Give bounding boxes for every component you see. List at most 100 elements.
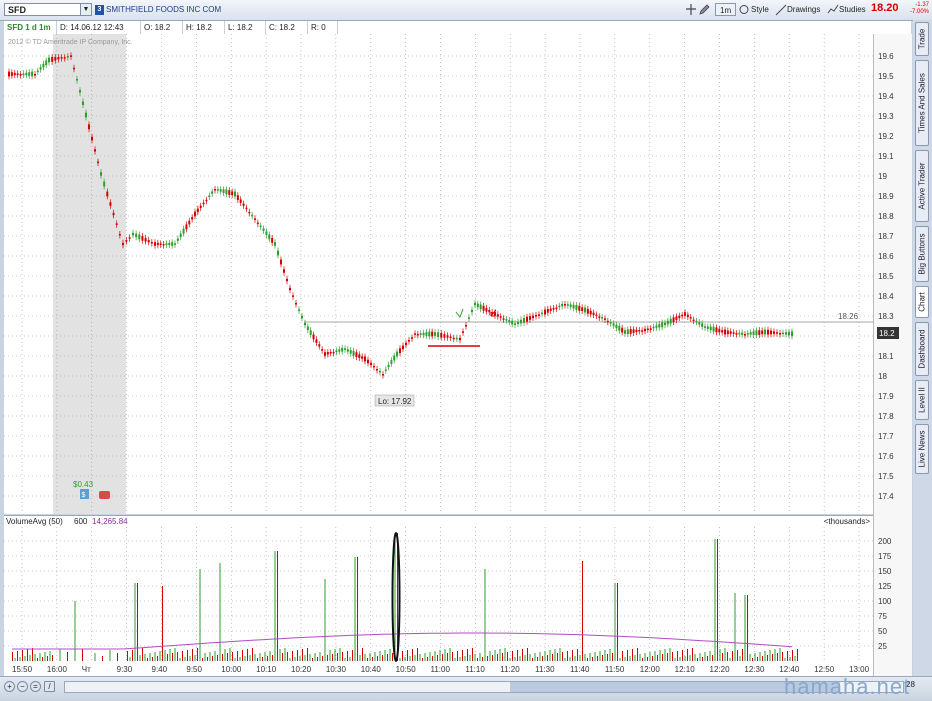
candle-body <box>384 369 387 371</box>
volume-bar <box>557 653 558 661</box>
candle-body <box>393 355 396 361</box>
candle-body <box>446 335 449 338</box>
symbol-input[interactable]: SFD <box>4 3 90 16</box>
candle-body <box>689 317 692 319</box>
candle-body <box>791 331 793 337</box>
candle-body <box>66 55 69 58</box>
price-axis[interactable]: 19.6 19.5 19.4 19.3 19.2 19.1 19 18.9 18.8 18.7 18… <box>873 34 912 676</box>
studies-icon[interactable] <box>827 3 839 16</box>
volume-bar <box>619 658 621 661</box>
volume-bar <box>642 658 643 661</box>
volume-tick: 75 <box>878 612 887 621</box>
volume-bar <box>42 657 43 661</box>
candle-body <box>706 326 709 329</box>
volume-bar <box>127 651 128 661</box>
volume-bar <box>137 583 138 661</box>
candle-body <box>355 352 358 358</box>
chart-id[interactable]: SFD 1 d 1m <box>4 21 57 34</box>
volume-bar <box>592 657 593 661</box>
chevron-down-icon[interactable]: ▼ <box>80 3 92 16</box>
tab-times-and-sales[interactable]: Times And Sales <box>915 60 929 146</box>
volume-chart[interactable]: 15:50 16:00 Чт 9:30 9:40 9:50 10:00 10:10 10:20 1… <box>4 527 911 676</box>
candle-body <box>256 222 259 225</box>
style-button[interactable]: Style <box>751 3 769 16</box>
crosshair-icon[interactable] <box>685 3 697 16</box>
zoom-fit-icon[interactable]: = <box>30 681 41 692</box>
candle-body <box>248 211 251 214</box>
volume-bar <box>27 649 28 661</box>
candle-body <box>749 332 752 335</box>
candle-body <box>214 189 216 191</box>
price-chart[interactable]: 18.26 2012 © TD Ameritrade IP Company, I… <box>4 34 911 514</box>
candle-body <box>575 305 578 310</box>
tab-level-ii-label: Level II <box>917 387 927 413</box>
volume-bar <box>794 656 796 661</box>
tab-level-ii[interactable]: Level II <box>915 380 929 420</box>
volume-bar <box>764 651 766 661</box>
tab-dashboard[interactable]: Dashboard <box>915 322 929 376</box>
drawing-tool-icon[interactable]: / <box>44 681 55 692</box>
candle-body <box>761 330 764 335</box>
candle-body <box>54 57 57 61</box>
studies-button[interactable]: Studies <box>839 3 866 16</box>
volume-bar <box>514 657 516 661</box>
price-tick: 18.9 <box>878 192 894 201</box>
volume-bar <box>679 657 681 661</box>
volume-bar <box>147 658 148 661</box>
link-badge[interactable]: 3 <box>95 5 104 15</box>
candle-body <box>239 199 242 203</box>
style-icon[interactable] <box>738 3 750 16</box>
volume-bar <box>534 653 536 661</box>
candle-body <box>373 365 375 368</box>
tab-big-buttons[interactable]: Big Buttons <box>915 226 929 282</box>
time-tick: 11:40 <box>570 665 590 674</box>
tab-live-news[interactable]: Live News <box>915 424 929 474</box>
volume-average-line <box>12 632 793 650</box>
volume-tick: 100 <box>878 597 892 606</box>
drawings-icon[interactable] <box>775 3 787 16</box>
candle-body <box>544 309 546 315</box>
earnings-phone-icon[interactable] <box>99 491 110 499</box>
time-tick: 12:00 <box>640 665 661 674</box>
candle-body <box>399 348 401 354</box>
candle-body <box>141 235 144 241</box>
tab-active-trader[interactable]: Active Trader <box>915 150 929 222</box>
candle-body <box>63 57 66 59</box>
zoom-out-icon[interactable]: − <box>17 681 28 692</box>
volume-bar <box>24 656 26 661</box>
volume-bar <box>484 569 486 661</box>
volume-bar <box>604 650 606 661</box>
tab-chart-label: Chart <box>917 292 927 312</box>
volume-bar <box>609 649 611 661</box>
drawings-button[interactable]: Drawings <box>787 3 820 16</box>
pencil-icon[interactable] <box>698 3 710 16</box>
volume-bar <box>299 656 301 661</box>
candle-body <box>179 233 182 238</box>
candle-body <box>601 317 604 319</box>
volume-bar <box>537 657 538 661</box>
time-tick: 13:00 <box>849 665 870 674</box>
candle-body <box>773 331 775 334</box>
tab-trade[interactable]: Trade <box>915 22 929 56</box>
volume-chart-canvas[interactable]: 15:50 16:00 Чт 9:30 9:40 9:50 10:00 10:10 10:20 1… <box>4 527 911 676</box>
volume-bar <box>47 656 48 661</box>
volume-bar <box>547 655 548 661</box>
volume-tick: 175 <box>878 552 892 561</box>
volume-bar <box>262 657 263 661</box>
candle-body <box>485 307 488 312</box>
candle-body <box>10 72 13 76</box>
volume-bar <box>184 657 186 661</box>
volume-bar <box>782 652 783 661</box>
volume-bar <box>327 655 328 661</box>
price-tick: 18.7 <box>878 232 894 241</box>
candle-body <box>132 232 134 236</box>
interval-button[interactable]: 1m <box>715 3 737 16</box>
candle-body <box>471 309 473 313</box>
zoom-in-icon[interactable]: + <box>4 681 15 692</box>
volume-bar <box>152 657 153 661</box>
tab-chart[interactable]: Chart <box>915 286 929 318</box>
candle-body <box>156 242 159 246</box>
dividend-icon-glyph: $ <box>82 492 86 499</box>
price-chart-canvas[interactable]: 18.26 2012 © TD Ameritrade IP Company, I… <box>4 34 911 514</box>
time-scrollbar[interactable] <box>64 681 904 693</box>
